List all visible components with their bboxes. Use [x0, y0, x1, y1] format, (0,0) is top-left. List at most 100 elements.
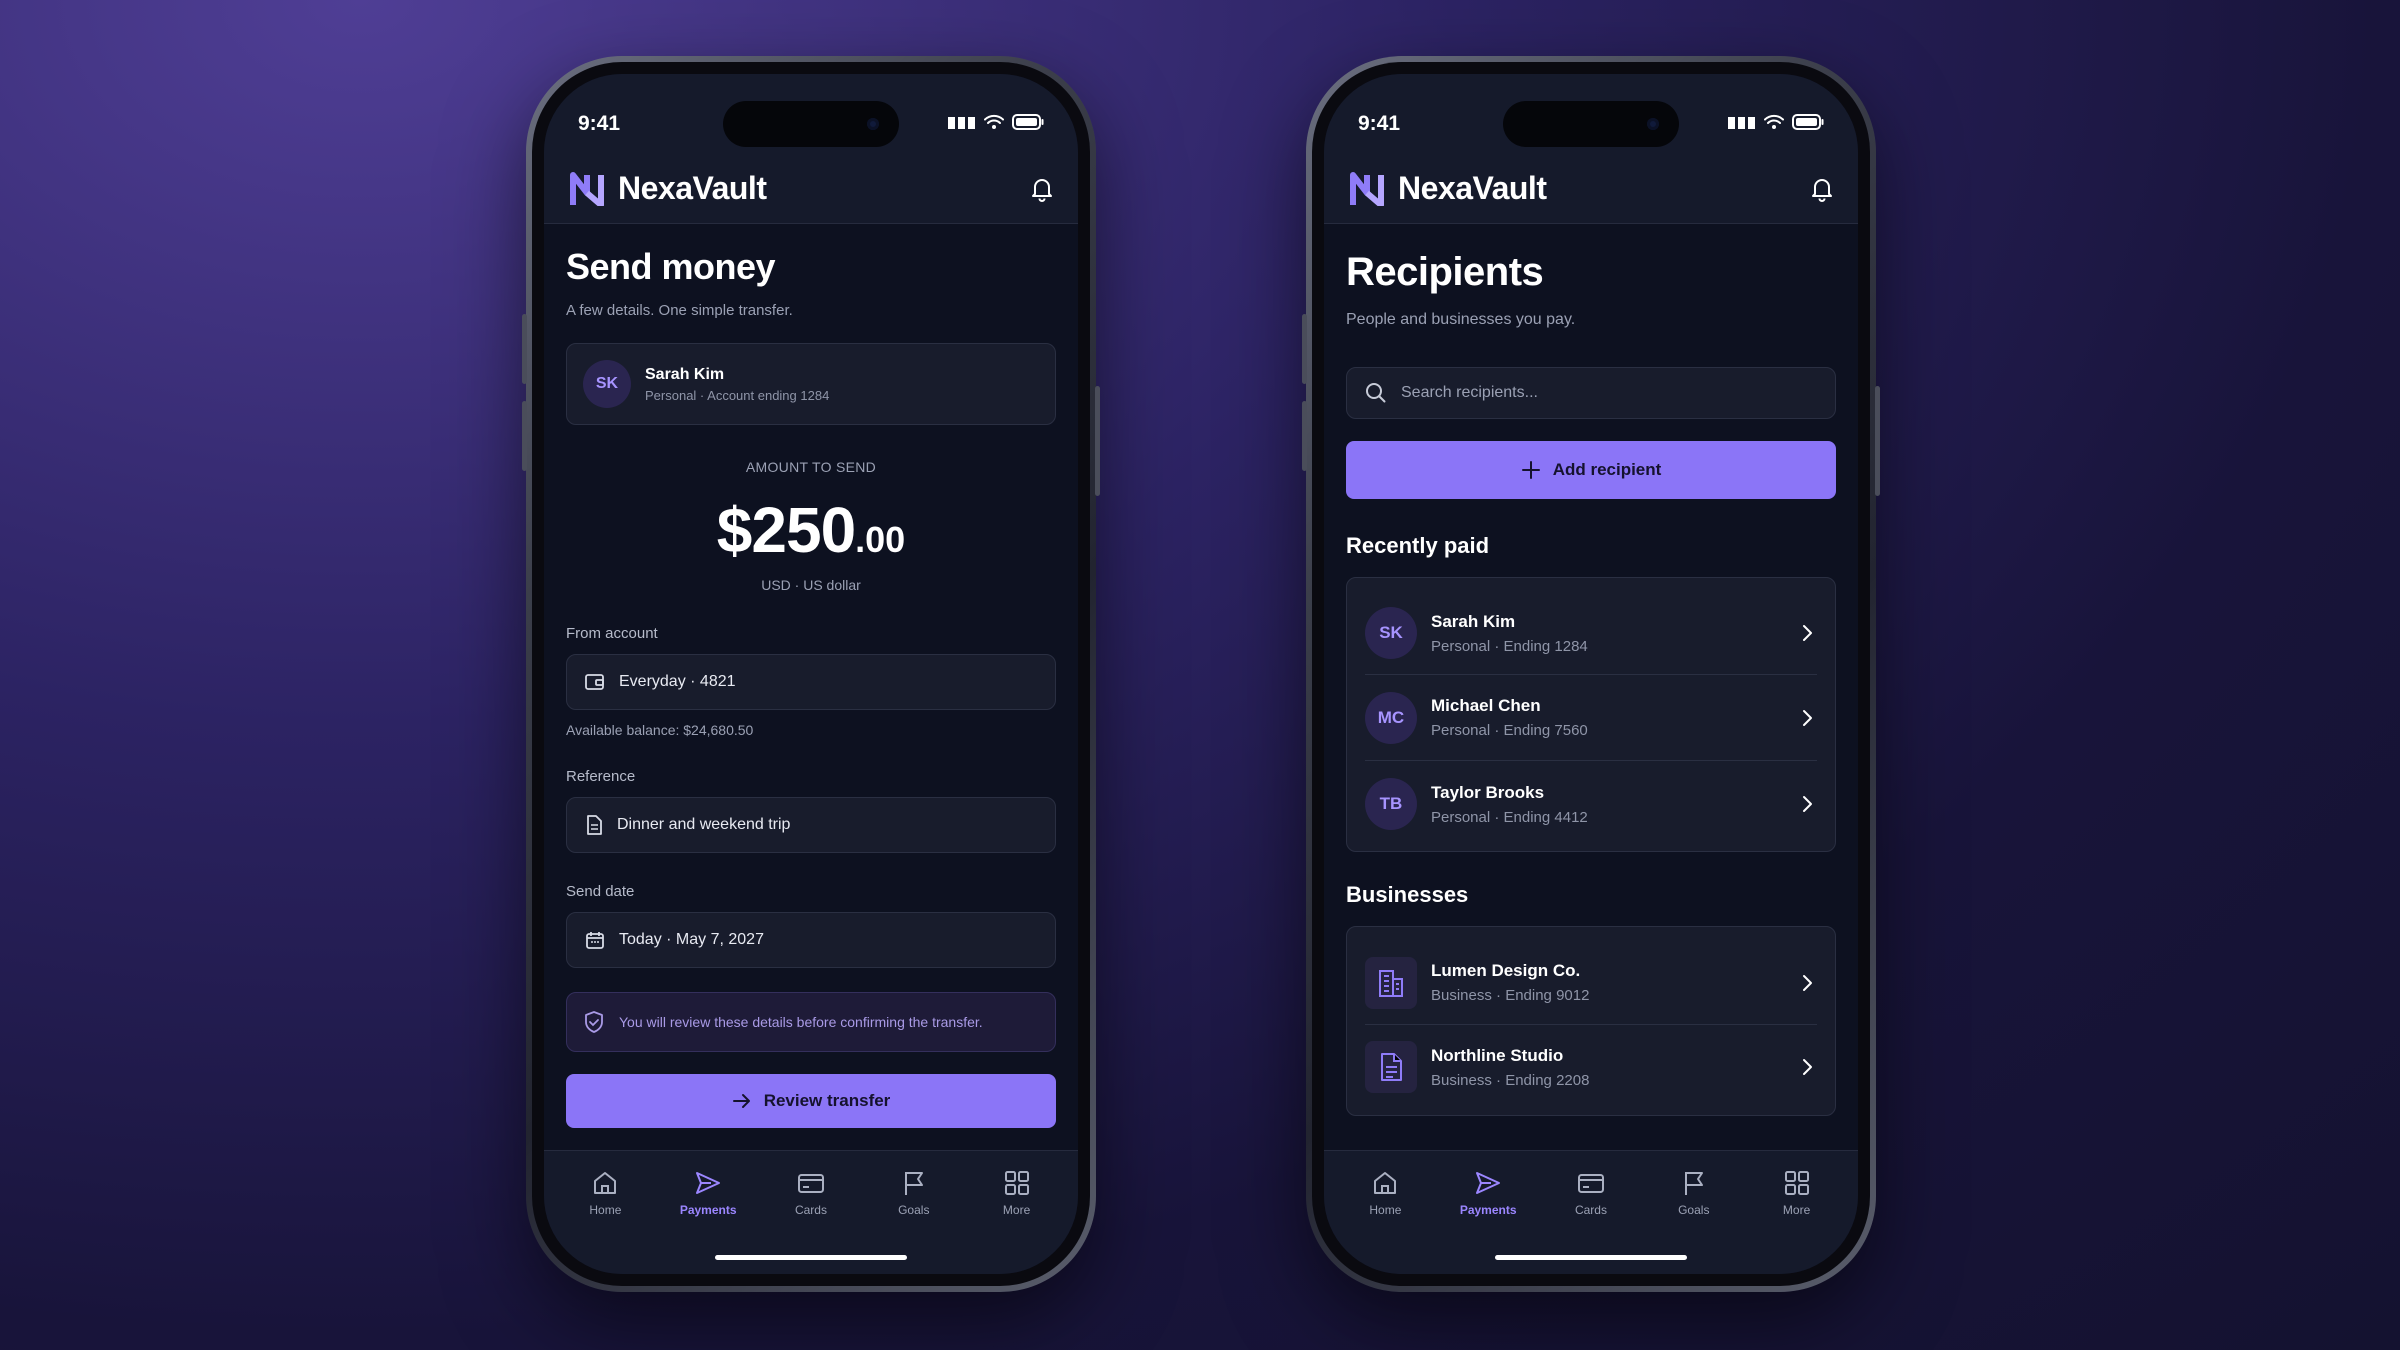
action-button: [1302, 314, 1307, 384]
business-icon-tile: [1365, 1041, 1417, 1093]
tab-payments[interactable]: Payments: [1443, 1169, 1533, 1217]
tab-goals[interactable]: Goals: [869, 1169, 959, 1217]
amount-display[interactable]: $250.00: [566, 493, 1056, 567]
tab-more[interactable]: More: [972, 1169, 1062, 1217]
business-name: Northline Studio: [1431, 1045, 1564, 1065]
business-meta: Business · Ending 9012: [1431, 987, 1590, 1004]
recently-paid-title: Recently paid: [1346, 533, 1490, 558]
power-button: [1875, 386, 1880, 496]
send-date-value: Today · May 7, 2027: [619, 931, 764, 948]
reference-label: Reference: [566, 768, 636, 785]
brand-name: NexaVault: [618, 170, 767, 206]
businesses-title: Businesses: [1346, 882, 1469, 907]
business-icon-tile: [1365, 956, 1417, 1009]
from-account-label: From account: [566, 625, 658, 642]
amount-label: AMOUNT TO SEND: [745, 459, 877, 475]
available-balance: Available balance: $24,680.50: [566, 722, 754, 738]
add-recipient-button[interactable]: Add recipient: [1346, 441, 1836, 499]
tab-label: More: [1782, 1203, 1811, 1217]
tab-goals[interactable]: Goals: [1649, 1169, 1739, 1217]
search-input[interactable]: Search recipients...: [1346, 367, 1836, 419]
screen-send-money: 9:41 NexaVault Send money A few details.…: [544, 74, 1078, 1274]
tab-bar: Home Payments Cards Goals More: [1324, 1150, 1858, 1274]
review-transfer-button[interactable]: Review transfer: [566, 1074, 1056, 1128]
nexavault-logo-icon: [1350, 171, 1384, 206]
send-date-picker[interactable]: Today · May 7, 2027: [566, 912, 1056, 968]
brand: NexaVault: [570, 170, 767, 207]
card-icon: [1577, 1174, 1604, 1193]
bell-icon[interactable]: [1810, 176, 1834, 202]
tab-label: More: [1002, 1203, 1031, 1217]
dynamic-island: [1503, 101, 1679, 147]
tab-label: Goals: [898, 1203, 930, 1217]
from-account-select[interactable]: Everyday · 4821: [566, 654, 1056, 710]
review-notice-text: You will review these details before con…: [619, 1014, 983, 1030]
reference-input[interactable]: Dinner and weekend trip: [566, 797, 1056, 853]
plus-icon: [1521, 461, 1540, 479]
amount-cents: .00: [855, 519, 906, 560]
list-item[interactable]: SK Sarah Kim Personal · Ending 1284: [1365, 592, 1817, 675]
signal-icon: [948, 117, 975, 129]
tab-label: Cards: [1574, 1203, 1607, 1217]
dynamic-island: [723, 101, 899, 147]
grid-icon: [1784, 1171, 1809, 1195]
nexavault-logo-icon: [570, 171, 604, 206]
status-icons: [948, 114, 1044, 130]
tab-label: Payments: [679, 1203, 737, 1217]
recently-paid-list: SK Sarah Kim Personal · Ending 1284 MC M…: [1346, 577, 1836, 852]
selected-recipient-card[interactable]: SK Sarah Kim Personal · Account ending 1…: [566, 343, 1056, 425]
tab-label: Payments: [1459, 1203, 1517, 1217]
recipient-name: Michael Chen: [1431, 696, 1541, 715]
arrow-right-icon: [732, 1094, 750, 1108]
flag-icon: [1684, 1172, 1703, 1195]
tab-home[interactable]: Home: [1340, 1169, 1430, 1217]
tab-more[interactable]: More: [1752, 1169, 1842, 1217]
search-placeholder: Search recipients...: [1401, 384, 1538, 401]
list-item[interactable]: MC Michael Chen Personal · Ending 7560: [1365, 675, 1817, 761]
send-date-label: Send date: [566, 883, 635, 900]
bell-icon[interactable]: [1030, 176, 1054, 202]
list-item[interactable]: Northline Studio Business · Ending 2208: [1365, 1025, 1817, 1109]
volume-button: [1302, 401, 1307, 471]
list-item[interactable]: TB Taylor Brooks Personal · Ending 4412: [1365, 761, 1817, 847]
status-bar: 9:41: [544, 74, 1078, 154]
tab-cards[interactable]: Cards: [766, 1169, 856, 1217]
app-header: NexaVault: [1324, 154, 1858, 224]
send-icon: [1476, 1172, 1501, 1194]
brand: NexaVault: [1350, 170, 1547, 207]
home-indicator[interactable]: [715, 1255, 907, 1260]
phone-recipients: 9:41 NexaVault Recipients People and bus…: [1302, 56, 1880, 1292]
recipient-meta: Personal · Ending 7560: [1431, 722, 1588, 739]
from-account-value: Everyday · 4821: [619, 673, 736, 690]
page-subtitle: People and businesses you pay.: [1346, 311, 1576, 328]
flag-icon: [904, 1172, 923, 1195]
avatar: TB: [1365, 778, 1417, 830]
chevron-right-icon: [1803, 974, 1812, 991]
tab-bar: Home Payments Cards Goals More: [544, 1150, 1078, 1274]
tab-payments[interactable]: Payments: [663, 1169, 753, 1217]
card-icon: [797, 1174, 824, 1193]
status-bar: 9:41: [1324, 74, 1858, 154]
status-time: 9:41: [578, 112, 621, 135]
tab-home[interactable]: Home: [560, 1169, 650, 1217]
avatar: SK: [583, 360, 631, 408]
app-header: NexaVault: [544, 154, 1078, 224]
business-name: Lumen Design Co.: [1431, 961, 1581, 980]
page-title: Send money: [566, 246, 776, 287]
battery-icon: [1012, 114, 1044, 130]
home-indicator[interactable]: [1495, 1255, 1687, 1260]
chevron-right-icon: [1803, 796, 1812, 812]
list-item[interactable]: Lumen Design Co. Business · Ending 9012: [1365, 941, 1817, 1025]
tab-cards[interactable]: Cards: [1546, 1169, 1636, 1217]
action-button: [522, 314, 527, 384]
shield-check-icon: [585, 1011, 603, 1033]
recipient-name: Taylor Brooks: [1431, 782, 1545, 802]
battery-icon: [1792, 114, 1824, 130]
signal-icon: [1728, 117, 1755, 129]
recipient-meta: Personal · Account ending 1284: [645, 387, 830, 403]
grid-icon: [1004, 1171, 1029, 1195]
tab-label: Cards: [794, 1203, 827, 1217]
status-time: 9:41: [1358, 112, 1401, 135]
page-subtitle: A few details. One simple transfer.: [566, 302, 793, 319]
wifi-icon: [1764, 114, 1784, 129]
